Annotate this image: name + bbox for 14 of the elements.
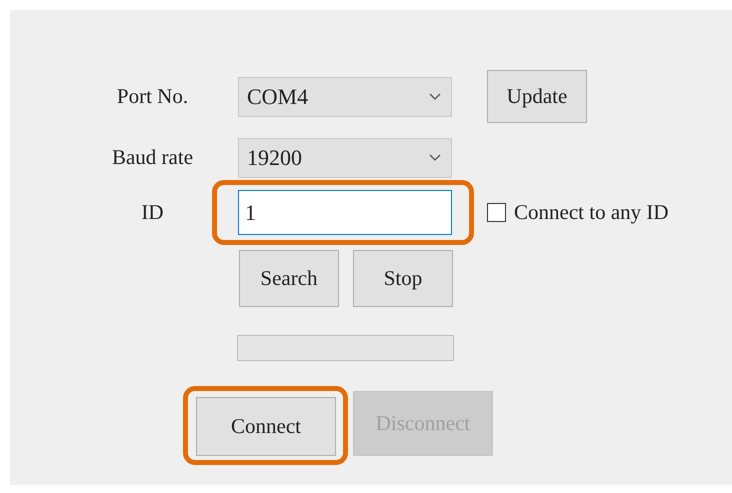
port-label: Port No. (116, 84, 190, 109)
baud-label: Baud rate (110, 145, 194, 170)
checkbox[interactable] (487, 203, 506, 222)
baud-dropdown[interactable]: 19200 (238, 138, 452, 178)
chevron-down-icon (429, 154, 441, 162)
update-button[interactable]: Update (487, 70, 587, 123)
stop-button[interactable]: Stop (353, 250, 453, 307)
port-dropdown[interactable]: COM4 (238, 76, 452, 116)
chevron-down-icon (429, 92, 441, 100)
checkbox-label: Connect to any ID (514, 200, 669, 225)
id-field[interactable]: 1 (238, 190, 452, 235)
connect-button[interactable]: Connect (196, 396, 336, 456)
search-button[interactable]: Search (239, 250, 339, 307)
id-label: ID (140, 200, 165, 225)
